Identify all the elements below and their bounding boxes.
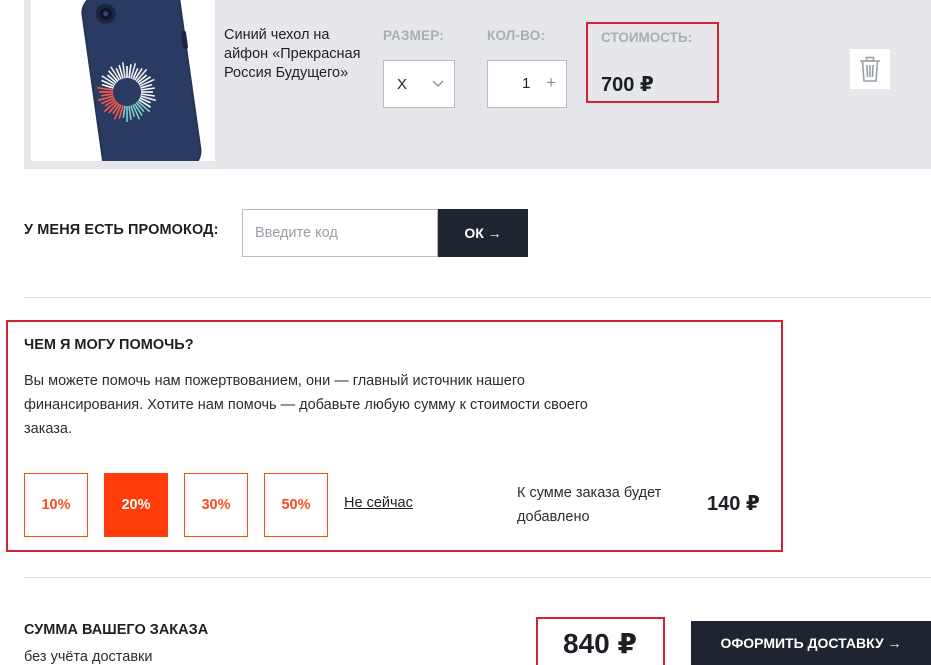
donation-added-value: 140 ₽ [707,493,760,515]
order-total-title: СУММА ВАШЕГО ЗАКАЗА [24,622,209,638]
promo-apply-button[interactable]: ОК → [438,209,528,257]
promo-label: У МЕНЯ ЕСТЬ ПРОМОКОД: [24,222,219,238]
qty-label: КОЛ-ВО: [487,28,546,43]
donation-option-50[interactable]: 50% [264,473,328,537]
promo-code-input[interactable] [242,209,438,257]
donation-option-10[interactable]: 10% [24,473,88,537]
price-highlight: СТОИМОСТЬ: 700 ₽ [586,22,719,103]
donation-text: Вы можете помочь нам пожертвованием, они… [24,373,588,437]
cart-item-row: Синий чехол на айфон «Прекрасная Россия … [24,0,931,169]
donation-option-30[interactable]: 30% [184,473,248,537]
quantity-stepper[interactable]: 1 + [487,60,567,108]
divider [24,577,931,578]
size-value: X [397,76,408,93]
price-value: 700 ₽ [601,74,654,96]
size-label: РАЗМЕР: [383,28,444,43]
checkout-delivery-button[interactable]: ОФОРМИТЬ ДОСТАВКУ → [691,621,931,665]
donation-option-20[interactable]: 20% [104,473,168,537]
order-total-value: 840 ₽ [563,628,637,659]
trash-icon [860,56,880,82]
not-now-link[interactable]: Не сейчас [344,495,413,511]
price-label: СТОИМОСТЬ: [601,30,693,45]
order-total-subtitle: без учёта доставки [24,649,153,665]
phone-case-image[interactable] [31,0,215,161]
chevron-down-icon [432,80,444,87]
donation-added-label: К сумме заказа будет добавлено [517,485,662,525]
donation-title: ЧЕМ Я МОГУ ПОМОЧЬ? [24,337,194,353]
quantity-value[interactable]: 1 [522,75,530,92]
plus-icon[interactable]: + [546,73,556,93]
product-name[interactable]: Синий чехол на айфон «Прекрасная Россия … [224,26,374,83]
size-select[interactable]: X [383,60,455,108]
total-highlight: 840 ₽ [536,617,665,665]
divider [24,297,931,298]
delete-item-button[interactable] [850,49,890,89]
